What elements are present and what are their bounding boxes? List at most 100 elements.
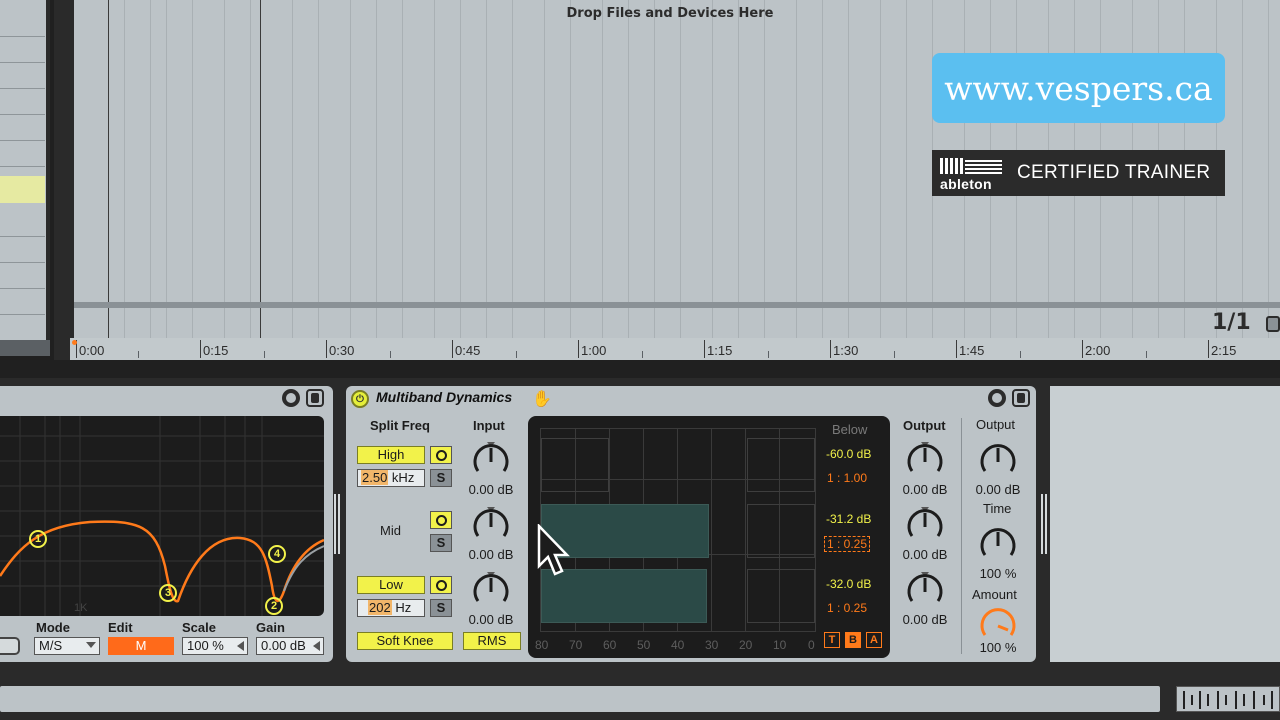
split-freq-label: Split Freq <box>370 418 430 433</box>
low-output-value: 0.00 dB <box>902 612 948 627</box>
mbd-hotswap-icon[interactable] <box>988 389 1006 407</box>
above-toggle[interactable]: A <box>866 632 882 648</box>
below-label: Below <box>832 422 868 437</box>
mid-input-value: 0.00 dB <box>468 547 514 562</box>
start-marker-icon[interactable] <box>72 340 77 345</box>
arrow-left-icon <box>313 641 320 651</box>
low-threshold-value[interactable]: -32.0 dB <box>826 577 871 591</box>
scale-field[interactable]: 100 % <box>182 637 248 655</box>
scale-value: 100 % <box>187 638 224 653</box>
ableton-wordmark: ableton <box>940 176 992 192</box>
high-ratio-value[interactable]: 1 : 1.00 <box>827 471 867 485</box>
section-divider <box>961 418 962 654</box>
eq-band-marker[interactable]: 1 <box>29 530 47 548</box>
time-ruler[interactable]: 0:00 0:15 0:30 0:45 1:00 1:15 1:30 1:45 … <box>70 338 1280 360</box>
device-resize-handle[interactable] <box>1041 494 1049 554</box>
low-input-knob[interactable] <box>471 570 511 610</box>
ruler-label: 1:00 <box>581 343 607 358</box>
high-freq-unit: kHz <box>388 470 415 485</box>
mid-ratio-value[interactable]: 1 : 0.25 <box>824 536 871 552</box>
ruler-label: 1:30 <box>833 343 859 358</box>
eq-adapt-q-button[interactable] <box>0 637 20 655</box>
selected-track-cell[interactable] <box>0 176 45 203</box>
mid-input-knob[interactable] <box>471 505 511 545</box>
device-title: Multiband Dynamics <box>376 389 513 405</box>
low-output-knob[interactable] <box>905 570 945 610</box>
high-solo-button[interactable]: S <box>430 469 452 487</box>
master-output-label: Output <box>976 417 1016 432</box>
high-threshold-value[interactable]: -60.0 dB <box>826 447 871 461</box>
mode-select[interactable]: M/S <box>34 637 100 655</box>
edit-mode-toggle[interactable]: M <box>108 637 174 655</box>
high-freq-value: 2.50 <box>361 470 389 485</box>
output-label: Output <box>903 418 946 433</box>
mid-solo-button[interactable]: S <box>430 534 452 552</box>
ruler-label: 0:15 <box>203 343 229 358</box>
high-band-activator[interactable] <box>430 446 452 464</box>
gain-field[interactable]: 0.00 dB <box>256 637 324 655</box>
device-drop-zone[interactable] <box>1050 386 1280 662</box>
low-input-value: 0.00 dB <box>468 612 514 627</box>
device-resize-handle[interactable] <box>334 494 342 554</box>
ruler-label: 2:15 <box>1211 343 1237 358</box>
soft-knee-button[interactable]: Soft Knee <box>357 632 453 650</box>
scale-label: 30 <box>705 638 719 652</box>
scale-label: 80 <box>535 638 549 652</box>
arrow-left-icon <box>237 641 244 651</box>
top-toggle[interactable]: T <box>824 632 840 648</box>
high-output-knob[interactable] <box>905 440 945 480</box>
amount-knob[interactable] <box>978 604 1018 644</box>
time-knob[interactable] <box>978 524 1018 564</box>
low-band-button[interactable]: Low <box>357 576 425 594</box>
mid-band-activator[interactable] <box>430 511 452 529</box>
chevron-down-icon <box>86 642 96 648</box>
certified-trainer-text: CERTIFIED TRAINER <box>1017 162 1211 183</box>
gain-value: 0.00 dB <box>261 638 306 653</box>
arrangement-frame <box>54 0 74 360</box>
scale-label: 40 <box>671 638 685 652</box>
track-header-strip[interactable] <box>0 0 50 356</box>
amount-value: 100 % <box>979 640 1017 655</box>
high-input-knob[interactable] <box>471 440 511 480</box>
gain-label: Gain <box>256 620 285 635</box>
mode-value: M/S <box>39 638 63 653</box>
device-power-icon[interactable]: ⏻ <box>351 390 369 408</box>
eq-save-preset-icon[interactable] <box>306 389 324 407</box>
low-solo-button[interactable]: S <box>430 599 452 617</box>
mid-band-label: Mid <box>380 523 401 538</box>
high-freq-field[interactable]: 2.50 kHz <box>357 469 425 487</box>
power-icon <box>435 579 447 591</box>
high-band-threshold <box>747 438 815 492</box>
mid-threshold-value[interactable]: -31.2 dB <box>826 512 871 526</box>
eq-band-marker[interactable]: 3 <box>159 584 177 602</box>
mid-output-knob[interactable] <box>905 505 945 545</box>
mode-label: Mode <box>36 620 70 635</box>
device-scrollbar[interactable] <box>0 686 1160 712</box>
rms-button[interactable]: RMS <box>463 632 521 650</box>
scale-label: 20 <box>739 638 753 652</box>
ruler-label: 1:15 <box>707 343 733 358</box>
high-input-value: 0.00 dB <box>468 482 514 497</box>
overview-thumbnail[interactable] <box>1176 686 1280 712</box>
both-toggle[interactable]: B <box>845 632 861 648</box>
arrangement-scroll-divider[interactable] <box>74 302 1280 308</box>
eq-frequency-graph[interactable]: 1K 1 3 4 2 <box>0 416 324 616</box>
time-label: Time <box>983 501 1012 516</box>
website-banner: www.vespers.ca <box>932 53 1225 123</box>
amount-label: Amount <box>972 587 1017 602</box>
low-ratio-value[interactable]: 1 : 0.25 <box>827 601 867 615</box>
eq-band-marker[interactable]: 2 <box>265 597 283 615</box>
loop-toggle-button[interactable] <box>1266 316 1280 332</box>
low-freq-field[interactable]: 202 Hz <box>357 599 425 617</box>
power-icon <box>435 449 447 461</box>
mbd-save-preset-icon[interactable] <box>1012 389 1030 407</box>
master-output-knob[interactable] <box>978 440 1018 480</box>
high-band-button[interactable]: High <box>357 446 425 464</box>
ableton-logo-icon: ableton <box>932 150 1007 196</box>
low-band-threshold <box>747 569 815 623</box>
low-band-activator[interactable] <box>430 576 452 594</box>
scale-label: 50 <box>637 638 651 652</box>
eq-band-marker[interactable]: 4 <box>268 545 286 563</box>
eq-hotswap-icon[interactable] <box>282 389 300 407</box>
ruler-label: 1:45 <box>959 343 985 358</box>
